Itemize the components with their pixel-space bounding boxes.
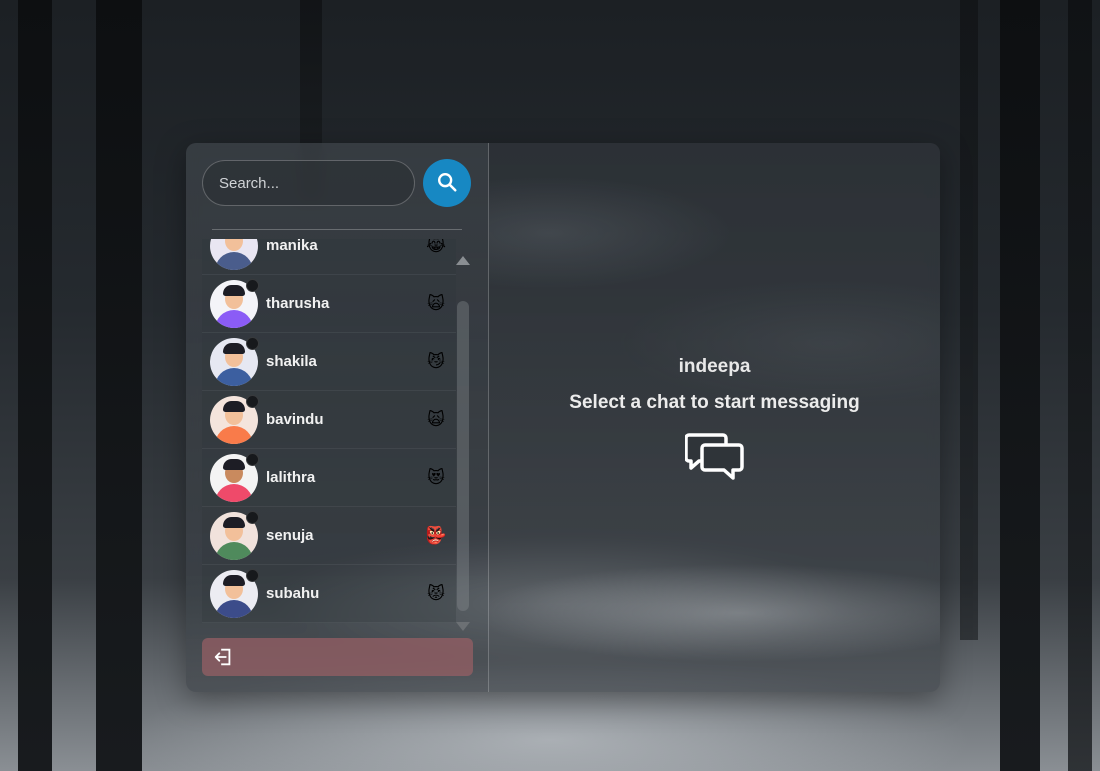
- online-status-dot: [246, 395, 259, 408]
- scroll-down-arrow[interactable]: [456, 622, 470, 631]
- sidebar: manika 😹 tharusha 🙀 shakila 😼 bavindu 🙀 lalithra…: [186, 143, 489, 692]
- contact-emoji: 👺: [425, 525, 447, 545]
- search-bar: [202, 159, 471, 207]
- online-status-dot: [246, 279, 259, 292]
- online-status-dot: [246, 337, 259, 350]
- contact-name: lalithra: [266, 469, 316, 486]
- contact-name: subahu: [266, 585, 320, 602]
- contact-emoji: 😼: [427, 351, 445, 371]
- contact-name: senuja: [266, 527, 314, 544]
- logout-button[interactable]: [202, 638, 473, 676]
- divider: [212, 229, 462, 230]
- contact-item[interactable]: shakila 😼: [202, 333, 456, 391]
- contact-name: manika: [266, 239, 318, 254]
- conversation-list: manika 😹 tharusha 🙀 shakila 😼 bavindu 🙀 lalithra…: [202, 239, 478, 629]
- welcome-username: indeepa: [678, 356, 751, 377]
- contact-item[interactable]: lalithra 😻: [202, 449, 456, 507]
- contact-item[interactable]: senuja 👺: [202, 507, 456, 565]
- contact-emoji: 🙀: [427, 293, 445, 313]
- contact-emoji: 😾: [427, 583, 445, 603]
- contact-name: shakila: [266, 353, 317, 370]
- contact-emoji: 😻: [427, 467, 445, 487]
- search-icon: [436, 171, 458, 196]
- contact-item[interactable]: subahu 😾: [202, 565, 456, 623]
- contact-item[interactable]: manika 😹: [202, 239, 456, 275]
- contact-emoji: 😹: [426, 239, 446, 255]
- scrollbar[interactable]: [457, 301, 469, 611]
- online-status-dot: [246, 569, 259, 582]
- online-status-dot: [246, 511, 259, 524]
- search-button[interactable]: [423, 159, 471, 207]
- online-status-dot: [246, 453, 259, 466]
- contact-item[interactable]: tharusha 🙀: [202, 275, 456, 333]
- chat-app-window: manika 😹 tharusha 🙀 shakila 😼 bavindu 🙀 lalithra…: [186, 143, 940, 692]
- contact-name: bavindu: [266, 411, 324, 428]
- logout-icon: [212, 646, 234, 668]
- avatar: [210, 239, 258, 270]
- search-input[interactable]: [202, 160, 415, 206]
- chat-bubbles-icon: [684, 433, 745, 488]
- contact-emoji: 🙀: [427, 409, 445, 429]
- contact-name: tharusha: [266, 295, 330, 312]
- chat-placeholder-panel: indeepa Select a chat to start messaging: [489, 143, 940, 692]
- contact-item[interactable]: bavindu 🙀: [202, 391, 456, 449]
- scroll-up-arrow[interactable]: [456, 256, 470, 265]
- select-chat-prompt: Select a chat to start messaging: [569, 392, 860, 413]
